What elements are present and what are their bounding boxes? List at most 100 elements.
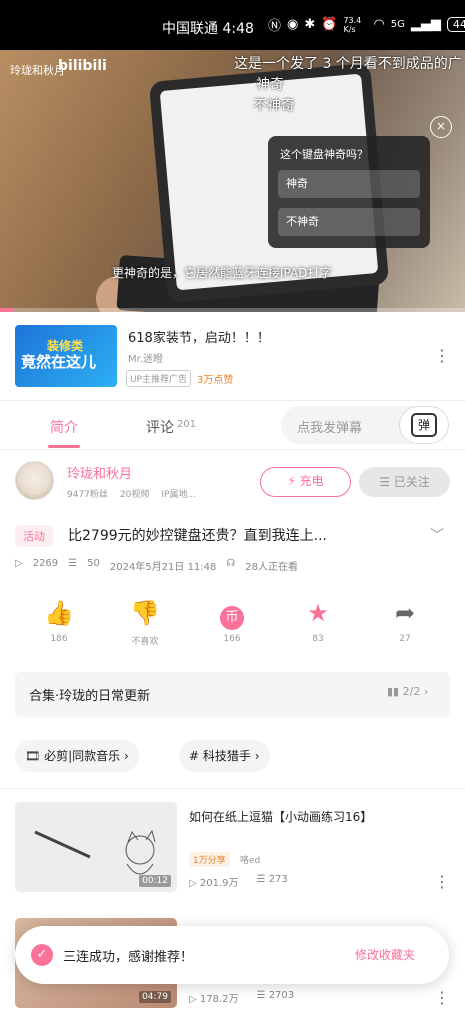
coin-button[interactable]: 币 166 (197, 598, 267, 644)
chip-music[interactable]: 🎞 必剪|同款音乐 › (15, 740, 139, 772)
danmaku-count-icon: ☰ (68, 558, 78, 569)
eye-icon: ◉ (287, 17, 299, 32)
hashtag-icon: # (189, 749, 200, 763)
status-icons: Ⓝ ◉ ✱ ⏰ 73.4 K/s ◠ 5G ▂▄▆ 44 (268, 15, 465, 34)
video-channel: 玲珑和秋月 (10, 64, 65, 77)
rec-duration: 04:79 (139, 991, 171, 1003)
collection-label: 合集·玲珑的日常更新 (29, 689, 151, 704)
coin-icon: 币 (197, 598, 267, 630)
avatar[interactable] (15, 461, 54, 500)
share-button[interactable]: ➦ 27 (370, 598, 440, 644)
dislike-button[interactable]: 👎 不喜欢 (110, 598, 180, 647)
uploader-videos: 20视频 (119, 490, 150, 500)
rec-stats: ▷ 178.2万 ☰ 2703 (189, 990, 294, 1005)
favorite-button[interactable]: ★ 83 (283, 598, 353, 644)
rec-more-icon[interactable]: ⋮ (434, 988, 450, 1007)
danmaku-toggle-button[interactable]: 弹 (399, 406, 449, 444)
video-player[interactable]: 玲珑和秋月 bilibili 这是一个发了 3 个月看不到成品的广 神奇 不神奇… (0, 50, 465, 312)
rec-thumbnail[interactable]: 00:12 (15, 802, 177, 892)
chip-tech-label: 科技猎手 (202, 749, 251, 763)
play-icon: ▷ (189, 878, 197, 889)
alarm-icon: ⏰ (321, 17, 338, 32)
danmaku-icon: 弹 (411, 413, 437, 437)
wifi-icon: ◠ (373, 17, 385, 32)
rec-danmaku: 2703 (268, 990, 295, 1001)
chip-music-label: 必剪|同款音乐 (44, 749, 121, 763)
ad-likes: 3万点赞 (197, 375, 234, 386)
menu-icon: ☰ (379, 475, 390, 489)
danmaku-count-icon: ☰ (256, 874, 266, 885)
danmaku-input[interactable]: 点我发弹幕 弹 (281, 406, 449, 444)
ad-more-icon[interactable]: ⋮ (434, 346, 450, 365)
rec-badge: 1万分享 (189, 852, 230, 867)
music-icon: 🎞 (25, 749, 41, 763)
collection-progress: ▮▮ 2/2 › (387, 685, 428, 698)
close-poll-icon[interactable]: × (430, 116, 452, 138)
thumbs-down-icon: 👎 (130, 599, 160, 627)
uploader-row: 玲珑和秋月 9477粉丝 20视频 IP属地... ⚡ 充电 ☰ 已关注 (0, 455, 465, 515)
danmaku-count: 50 (87, 558, 100, 569)
divider (0, 788, 465, 789)
chip-tech[interactable]: # 科技猎手 › (179, 740, 270, 772)
like-button[interactable]: 👍 186 (24, 598, 94, 644)
ad-author: Mr.迷瞪 (128, 354, 163, 365)
rec-more-icon[interactable]: ⋮ (434, 872, 450, 891)
rec-duration: 00:12 (139, 875, 171, 887)
activity-tag[interactable]: 活动 (15, 525, 53, 547)
charge-label: 充电 (299, 474, 324, 488)
success-toast: ✓ 三连成功，感谢推荐！ 修改收藏夹 (15, 926, 449, 984)
bilibili-logo: bilibili (58, 58, 107, 74)
danmaku-2: 神奇 (256, 77, 284, 93)
uploader-meta: 9477粉丝 20视频 IP属地... (67, 487, 196, 500)
tab-underline (48, 445, 80, 448)
rec-author: 咯ed (240, 856, 261, 866)
lightning-icon: ⚡ (287, 474, 296, 488)
tab-comments[interactable]: 评论 (146, 417, 174, 437)
collection-bar[interactable]: 合集·玲珑的日常更新 ▮▮ 2/2 › (15, 672, 450, 717)
video-stats: ▷ 2269 ☰ 50 2024年5月21日 11:48 ☊ 28人正在看 (15, 558, 298, 573)
danmaku-count-icon: ☰ (256, 990, 266, 1001)
chevron-down-icon[interactable]: ﹀ (430, 525, 444, 545)
ad-title[interactable]: 618家装节，启动！！！ (128, 327, 270, 346)
tab-intro[interactable]: 简介 (50, 417, 78, 437)
check-icon: ✓ (31, 944, 53, 966)
status-carrier: 中国联通 4:48 (162, 21, 254, 37)
signal-icon: ▂▄▆ (410, 17, 441, 32)
like-count: 186 (50, 634, 68, 644)
poll-option-no[interactable]: 不神奇 (278, 208, 420, 236)
video-title-row[interactable]: 活动 比2799元的妙控键盘还贵？直到我连上... ﹀ (0, 522, 465, 552)
share-count: 27 (399, 634, 411, 644)
video-title: 比2799元的妙控键盘还贵？直到我连上... (68, 528, 327, 544)
star-icon: ★ (307, 599, 329, 627)
coin-count: 166 (223, 634, 241, 644)
ad-card[interactable]: 装修类 竟然在这儿 618家装节，启动！！！ Mr.迷瞪 UP主推荐广告 3万点… (0, 312, 465, 400)
share-icon: ➦ (394, 599, 416, 627)
ad-thumbnail[interactable]: 装修类 竟然在这儿 (15, 325, 117, 387)
dislike-label: 不喜欢 (131, 637, 159, 647)
chevron-right-icon: › (123, 749, 129, 763)
list-item[interactable]: 00:12 如何在纸上逗猫【小动画练习16】 1万分享 咯ed ▷ 201.9万… (0, 802, 465, 912)
viewers-icon: ☊ (226, 558, 236, 569)
danmaku-placeholder: 点我发弹幕 (297, 421, 363, 436)
follow-label: 已关注 (393, 475, 430, 489)
edit-favorites-link[interactable]: 修改收藏夹 (355, 946, 415, 963)
uploader-name[interactable]: 玲珑和秋月 (67, 463, 132, 482)
view-count: 2269 (32, 558, 59, 569)
poll-card: 这个键盘神奇吗？ 神奇 不神奇 (268, 136, 430, 248)
chevron-right-icon: › (254, 749, 260, 763)
followed-button[interactable]: ☰ 已关注 (359, 467, 450, 497)
rec-title: 如何在纸上逗猫【小动画练习16】 (189, 810, 373, 824)
publish-date: 2024年5月21日 11:48 (109, 562, 217, 573)
network-type: 5G (390, 19, 405, 30)
uploader-fans: 9477粉丝 (67, 490, 108, 500)
danmaku-1: 这是一个发了 3 个月看不到成品的广 (234, 56, 462, 72)
tab-bar: 简介 评论 201 点我发弹幕 弹 (0, 400, 465, 450)
charge-button[interactable]: ⚡ 充电 (260, 467, 351, 497)
collection-progress-text: 2/2 (402, 685, 421, 698)
video-subtitle: 更神奇的是，它居然能蓝牙连接IPAD打字 (112, 266, 332, 280)
poll-option-yes[interactable]: 神奇 (278, 170, 420, 198)
bars-icon: ▮▮ (387, 685, 400, 698)
ad-thumb-line2: 竟然在这儿 (21, 353, 97, 371)
rec-stats: ▷ 201.9万 ☰ 273 (189, 874, 288, 889)
chevron-right-icon: › (423, 685, 429, 698)
